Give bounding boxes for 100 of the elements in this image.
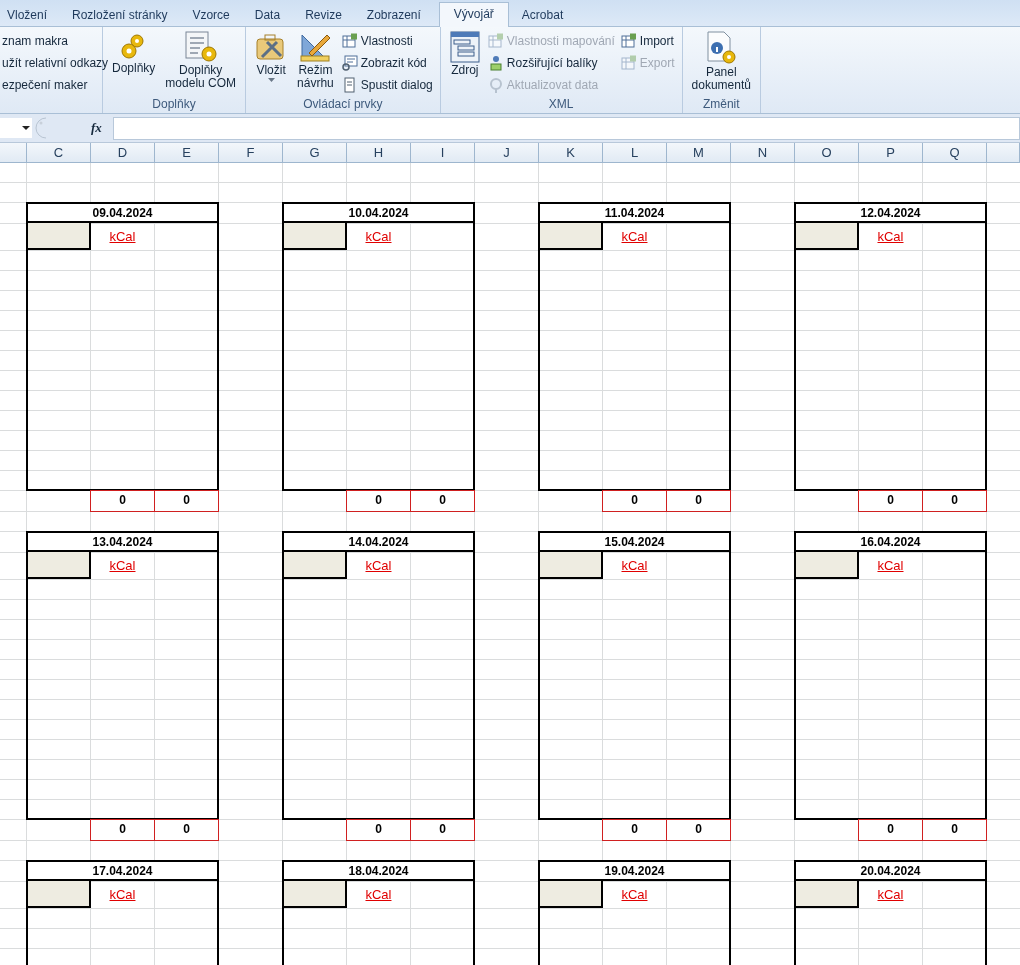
ribbon-button[interactable]: Rozšiřující balíky — [485, 52, 617, 74]
unit-label: kCal — [365, 558, 392, 573]
ribbon-button[interactable]: ezpečení maker — [0, 74, 111, 96]
ribbon-button[interactable]: Zdroj — [445, 30, 484, 78]
total-cell: 0 — [602, 490, 667, 512]
date-header: 19.04.2024 — [540, 862, 729, 881]
input-cell[interactable] — [28, 223, 91, 250]
date-header: 16.04.2024 — [796, 533, 985, 552]
unit-label: kCal — [621, 887, 648, 902]
unit-label: kCal — [109, 229, 136, 244]
total-cell: 0 — [154, 490, 219, 512]
function-button[interactable]: fx — [91, 120, 113, 136]
column-header[interactable]: K — [539, 143, 603, 163]
group-label: Doplňky — [151, 97, 197, 113]
column-header[interactable]: D — [91, 143, 155, 163]
date-header: 13.04.2024 — [28, 533, 217, 552]
total-cell: 0 — [154, 819, 219, 841]
column-header[interactable]: H — [347, 143, 411, 163]
column-header[interactable]: O — [795, 143, 859, 163]
date-header: 17.04.2024 — [28, 862, 217, 881]
column-header[interactable]: Q — [923, 143, 987, 163]
ribbon-tab[interactable]: Rozložení stránky — [65, 4, 180, 26]
date-header: 09.04.2024 — [28, 204, 217, 223]
input-cell[interactable] — [540, 552, 603, 579]
ribbon-tab[interactable]: Vzorce — [185, 4, 242, 26]
column-header[interactable]: G — [283, 143, 347, 163]
total-cell: 0 — [602, 819, 667, 841]
input-cell[interactable] — [540, 223, 603, 250]
input-cell[interactable] — [284, 552, 347, 579]
unit-label: kCal — [109, 558, 136, 573]
total-cell: 0 — [666, 490, 731, 512]
ribbon-tab[interactable]: Vložení — [0, 4, 60, 26]
total-cell: 0 — [666, 819, 731, 841]
ribbon-tab[interactable]: Vývojář — [438, 2, 509, 27]
unit-label: kCal — [365, 887, 392, 902]
total-cell: 0 — [90, 490, 155, 512]
column-header[interactable]: P — [859, 143, 923, 163]
column-header[interactable]: C — [27, 143, 91, 163]
input-cell[interactable] — [796, 223, 859, 250]
total-cell: 0 — [410, 490, 475, 512]
group-label: Změnit — [701, 97, 741, 113]
unit-label: kCal — [877, 229, 904, 244]
date-header: 10.04.2024 — [284, 204, 473, 223]
ribbon-tab[interactable]: Data — [247, 4, 293, 26]
total-cell: 0 — [346, 490, 411, 512]
caret-icon — [22, 126, 30, 130]
unit-label: kCal — [365, 229, 392, 244]
column-header[interactable]: F — [219, 143, 283, 163]
ribbon-button[interactable]: užít relativní odkazy — [0, 52, 111, 74]
date-header: 11.04.2024 — [540, 204, 729, 223]
total-cell: 0 — [90, 819, 155, 841]
ribbon-tab[interactable]: Zobrazení — [359, 4, 433, 26]
ribbon-button[interactable]: Vlastnosti — [339, 30, 435, 52]
column-header[interactable]: J — [475, 143, 539, 163]
column-header[interactable]: I — [411, 143, 475, 163]
column-header[interactable]: M — [667, 143, 731, 163]
unit-label: kCal — [877, 887, 904, 902]
ribbon-button[interactable]: Zobrazit kód — [339, 52, 435, 74]
total-cell: 0 — [858, 490, 923, 512]
total-cell: 0 — [858, 819, 923, 841]
input-cell[interactable] — [540, 881, 603, 908]
unit-label: kCal — [621, 558, 648, 573]
ribbon-button[interactable]: Import — [618, 30, 677, 52]
unit-label: kCal — [621, 229, 648, 244]
checklist-gear-icon — [183, 31, 218, 63]
ribbon-tab[interactable]: Revize — [298, 4, 354, 26]
document-info-icon — [705, 31, 738, 65]
column-header[interactable]: E — [155, 143, 219, 163]
round-button-icon — [35, 117, 47, 139]
column-header[interactable]: N — [731, 143, 795, 163]
ribbon-button[interactable]: Spustit dialog — [339, 74, 435, 96]
xml-source-icon — [449, 31, 480, 63]
input-cell[interactable] — [796, 881, 859, 908]
date-header: 20.04.2024 — [796, 862, 985, 881]
input-cell[interactable] — [28, 552, 91, 579]
ribbon-button[interactable]: Doplňky modelu COM — [161, 30, 241, 91]
date-header: 14.04.2024 — [284, 533, 473, 552]
group-label: XML — [547, 97, 575, 113]
date-header: 18.04.2024 — [284, 862, 473, 881]
name-box[interactable] — [0, 118, 32, 138]
ribbon-button[interactable]: Režim návrhu — [293, 30, 338, 91]
input-cell[interactable] — [796, 552, 859, 579]
ribbon-tab[interactable]: Acrobat — [514, 4, 576, 26]
total-cell: 0 — [922, 490, 987, 512]
group-label: Ovládací prvky — [302, 97, 384, 113]
ribbon-button[interactable]: Panel dokumentů — [687, 30, 755, 93]
total-cell: 0 — [922, 819, 987, 841]
input-cell[interactable] — [284, 223, 347, 250]
ribbon-button[interactable]: znam makra — [0, 30, 111, 52]
total-cell: 0 — [410, 819, 475, 841]
date-header: 15.04.2024 — [540, 533, 729, 552]
ribbon-button[interactable]: Doplňky — [108, 30, 160, 76]
column-header[interactable]: L — [603, 143, 667, 163]
input-cell[interactable] — [28, 881, 91, 908]
formula-input[interactable] — [113, 116, 1020, 140]
unit-label: kCal — [877, 558, 904, 573]
input-cell[interactable] — [284, 881, 347, 908]
unit-label: kCal — [109, 887, 136, 902]
date-header: 12.04.2024 — [796, 204, 985, 223]
ribbon-button[interactable]: Vložit — [251, 30, 292, 83]
